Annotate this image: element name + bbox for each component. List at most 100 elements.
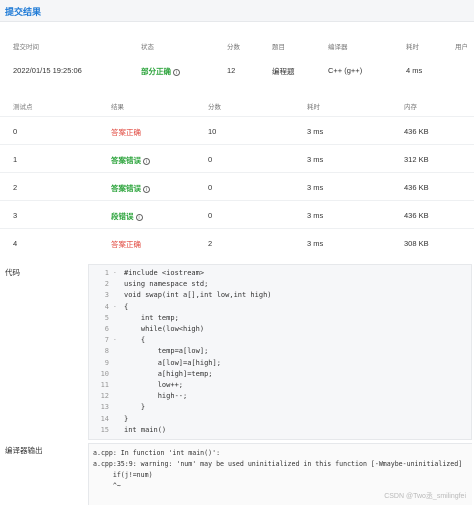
- line-number: 9: [104, 358, 109, 367]
- submission-problem[interactable]: 编程题: [272, 66, 295, 77]
- tc-id: 3: [13, 211, 17, 220]
- tc-result-text: 答案错误: [111, 156, 141, 165]
- submission-status[interactable]: 部分正确 i: [141, 66, 180, 77]
- submission-time: 2022/01/15 19:25:06: [13, 66, 82, 75]
- tc-header-memory: 内存: [404, 104, 417, 111]
- submission-compiler: C++ (g++): [328, 66, 363, 75]
- tc-result[interactable]: 答案错误 i: [111, 183, 150, 194]
- code-line: 15 int main(): [89, 426, 473, 437]
- line-number: 11: [100, 381, 109, 389]
- line-number: 15: [100, 425, 109, 434]
- tc-memory: 312 KB: [404, 155, 429, 164]
- info-icon[interactable]: i: [143, 186, 150, 193]
- tc-result: 答案正确: [111, 239, 141, 250]
- fold-toggle-icon[interactable]: -: [113, 269, 117, 276]
- tc-id-text: 0: [13, 127, 18, 136]
- code-line: 9 a[low]=a[high];: [89, 359, 473, 370]
- info-icon[interactable]: i: [173, 69, 180, 76]
- tc-time-text: 3 ms: [307, 183, 324, 192]
- info-icon[interactable]: i: [135, 214, 143, 221]
- compiler-output-line: if(j!=num): [93, 471, 153, 479]
- line-number: 6: [104, 325, 109, 333]
- tc-result-text: 答案错误: [111, 184, 141, 193]
- tc-result[interactable]: 段错误 i: [111, 211, 143, 222]
- code-text: {: [124, 302, 129, 311]
- tc-result-text: 答案正确: [111, 240, 141, 249]
- tc-result[interactable]: 答案错误 i: [111, 155, 150, 166]
- code-line: 2 using namespace std;: [89, 280, 473, 291]
- tc-memory-text: 308 KB: [404, 239, 429, 248]
- code-viewer[interactable]: 1- #include <iostream> 2 using namespace st…: [88, 264, 472, 440]
- page-header: 提交结果: [0, 0, 474, 22]
- info-icon[interactable]: i: [143, 158, 150, 165]
- tc-time: 3 ms: [307, 155, 323, 164]
- fold-toggle-icon[interactable]: -: [113, 336, 117, 343]
- tc-header-score: 分数: [208, 104, 221, 111]
- header-score: 分数: [227, 44, 240, 51]
- code-line: 8 temp=a[low];: [89, 347, 473, 358]
- tc-score-text: 0: [208, 211, 213, 220]
- code-text: }: [124, 403, 146, 412]
- fold-toggle-icon[interactable]: -: [113, 303, 117, 310]
- submission-elapsed: 4 ms: [406, 66, 423, 75]
- tc-header-time: 耗时: [307, 104, 320, 111]
- code-line: 1- #include <iostream>: [89, 269, 473, 280]
- status-text: 部分正确: [141, 67, 171, 76]
- tc-score-text: 0: [208, 155, 213, 164]
- code-text: #include <iostream>: [124, 269, 205, 277]
- tc-score: 0: [208, 183, 212, 192]
- tc-time: 3 ms: [307, 127, 323, 136]
- tc-time: 3 ms: [307, 239, 323, 248]
- tc-result-text: 答案正确: [111, 128, 141, 137]
- tc-id: 2: [13, 183, 17, 192]
- table-row: 3 段错误 i 0 3 ms 436 KB: [0, 200, 474, 228]
- tc-time-text: 3 ms: [307, 127, 324, 136]
- tc-score-text: 10: [208, 127, 217, 136]
- tc-score: 10: [208, 127, 216, 136]
- tc-id-text: 3: [13, 211, 18, 220]
- compiler-output-line: a.cpp:35:9: warning: 'num' may be used u…: [93, 460, 463, 468]
- code-text: }: [124, 414, 129, 423]
- submission-score: 12: [227, 66, 236, 75]
- watermark: CSDN @Two丞_smilingfei: [384, 493, 466, 500]
- tc-memory: 308 KB: [404, 239, 429, 248]
- code-line: 4-{: [89, 303, 473, 314]
- submission-table-header: 提交时间 状态 分数 题目 编译器 耗时 用户: [0, 36, 474, 54]
- tc-memory: 436 KB: [404, 183, 429, 192]
- tc-time: 3 ms: [307, 211, 323, 220]
- code-text: temp=a[low];: [124, 347, 209, 356]
- compiler-output-label: 编译器输出: [5, 446, 43, 455]
- code-line: 3 void swap(int a[],int low,int high): [89, 291, 473, 302]
- code-line: 7- {: [89, 336, 473, 347]
- header-problem: 题目: [272, 44, 285, 51]
- line-number: 10: [100, 369, 109, 378]
- tc-time: 3 ms: [307, 183, 323, 192]
- code-text: int temp;: [124, 313, 179, 322]
- tc-header-result: 结果: [111, 104, 124, 111]
- testcase-table-header: 测试点 结果 分数 耗时 内存: [0, 98, 474, 112]
- tc-header-id: 测试点: [13, 104, 33, 111]
- code-section-label: 代码: [5, 268, 20, 277]
- code-text: void swap(int a[],int low,int high): [124, 291, 272, 300]
- table-row: 4 答案正确 2 3 ms 308 KB: [0, 228, 474, 256]
- code-text: using namespace std;: [124, 280, 209, 289]
- tc-score-text: 2: [208, 239, 213, 248]
- header-user: 用户: [455, 44, 468, 51]
- tc-id-text: 4: [13, 239, 18, 248]
- tc-id: 4: [13, 239, 17, 248]
- tc-result: 答案正确: [111, 127, 141, 138]
- tc-score: 0: [208, 155, 212, 164]
- compiler-output-line: ^~: [93, 482, 121, 490]
- code-text: {: [124, 336, 146, 345]
- header-compiler: 编译器: [328, 44, 348, 51]
- header-elapsed: 耗时: [406, 44, 419, 51]
- tc-score: 2: [208, 239, 212, 248]
- line-number: 3: [104, 291, 109, 300]
- tc-memory-text: 436 KB: [404, 183, 429, 192]
- code-text: high--;: [124, 392, 188, 401]
- line-number: 14: [100, 414, 109, 423]
- tc-time-text: 3 ms: [307, 155, 324, 164]
- code-line: 12 high--;: [89, 392, 473, 403]
- line-number: 7: [104, 336, 109, 345]
- table-row: 1 答案错误 i 0 3 ms 312 KB: [0, 144, 474, 172]
